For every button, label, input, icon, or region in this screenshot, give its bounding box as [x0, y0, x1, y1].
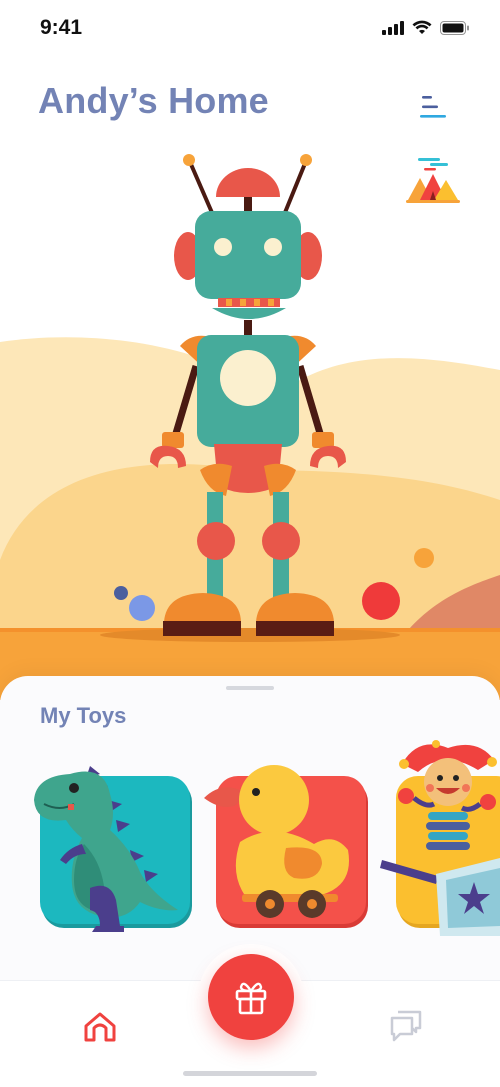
ball-small-navy: [114, 586, 128, 600]
chat-icon: [390, 1010, 422, 1042]
dinosaur-illustration: [34, 766, 192, 932]
status-icons: [382, 20, 470, 35]
battery-icon: [440, 20, 469, 35]
my-toys-heading: My Toys: [40, 703, 127, 728]
wifi-icon: [412, 20, 432, 34]
status-time: 9:41: [40, 16, 83, 39]
toy-card-dinosaur[interactable]: [30, 760, 200, 940]
jester-illustration: [380, 740, 500, 936]
page-title: Andy’s Home: [38, 80, 269, 121]
menu-button[interactable]: [416, 90, 450, 124]
menu-icon: [420, 96, 446, 118]
gift-icon: [235, 982, 267, 1015]
signal-icon: [382, 20, 404, 35]
sheet-drag-handle[interactable]: [226, 686, 274, 690]
tab-messages[interactable]: [384, 1004, 428, 1048]
home-indicator: [183, 1071, 317, 1076]
duck-illustration: [204, 765, 368, 928]
robot-shadow: [100, 628, 400, 642]
tab-home[interactable]: [78, 1004, 122, 1048]
ball-red: [362, 582, 400, 620]
toy-card-jack-in-the-box[interactable]: [378, 740, 500, 936]
gift-button[interactable]: [208, 954, 294, 1040]
ball-orange: [414, 548, 434, 568]
ball-blue: [129, 595, 155, 621]
robot-scene: [0, 154, 500, 700]
toy-card-duck[interactable]: [204, 760, 374, 940]
home-icon: [84, 1012, 116, 1042]
status-bar: 9:41: [0, 0, 500, 56]
